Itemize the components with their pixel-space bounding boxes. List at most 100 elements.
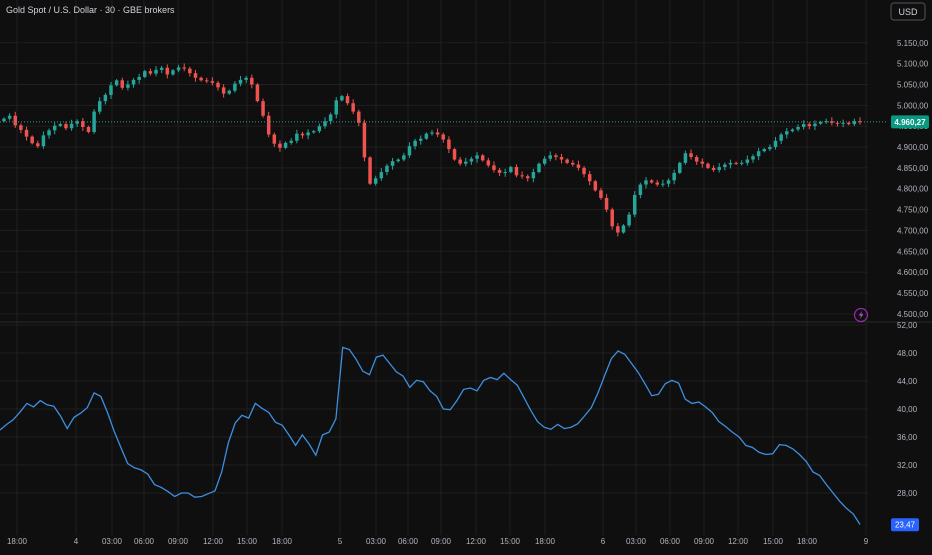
oscillator-series[interactable] [0, 346, 861, 525]
price-axis-tick-label: 4.900,00 [897, 143, 929, 152]
time-axis-tick-label: 18:00 [797, 537, 818, 546]
candle-body [480, 155, 485, 161]
candle-body [373, 178, 378, 184]
candle-body [745, 159, 750, 163]
candle-body [571, 162, 575, 165]
candle-body [19, 125, 23, 130]
candle-body [385, 165, 389, 173]
candle-body [531, 172, 536, 179]
price-axis-tick-label: 4.550,00 [897, 289, 929, 298]
time-axis-tick-label: 9 [864, 537, 869, 546]
time-axis-tick-label: 12:00 [466, 537, 487, 546]
candle-body [143, 71, 147, 77]
candle-body [193, 73, 198, 78]
grid-lines [0, 0, 932, 535]
candle-body [846, 122, 851, 125]
time-axis-tick-label: 18:00 [7, 537, 28, 546]
time-axis-tick-label: 5 [338, 537, 343, 546]
candle-body [435, 132, 440, 135]
candle-body [2, 118, 6, 122]
candle-body [469, 158, 474, 162]
candle-body [604, 197, 609, 210]
candle-body [694, 157, 699, 162]
candle-body [396, 159, 400, 162]
candle-body [114, 80, 119, 86]
candle-body [41, 135, 46, 147]
time-axis-tick-label: 18:00 [272, 537, 293, 546]
candle-body [126, 84, 130, 88]
candle-body [103, 94, 108, 102]
candle-body [340, 96, 344, 101]
candle-body [379, 172, 384, 179]
time-axis-tick-label: 06:00 [398, 537, 419, 546]
candle-body [345, 96, 350, 104]
chart-title: Gold Spot / U.S. Dollar · 30 · GBE broke… [6, 5, 175, 15]
candle-body [120, 80, 125, 88]
time-axis-tick-label: 6 [601, 537, 606, 546]
candle-body [227, 90, 232, 94]
candle-body [52, 125, 57, 131]
candle-body [661, 183, 665, 185]
candle-body [678, 162, 682, 173]
time-axis-tick-label: 15:00 [500, 537, 521, 546]
candle-body [734, 162, 738, 164]
candle-body [509, 167, 513, 173]
oscillator-axis-tick-label: 36,00 [897, 433, 918, 442]
candle-body [368, 157, 372, 184]
candle-body [424, 133, 429, 139]
candle-body [272, 134, 277, 144]
candle-body [30, 136, 34, 144]
candle-body [36, 143, 40, 147]
candle-body [182, 67, 186, 69]
price-axis-tick-label: 5.100,00 [897, 60, 929, 69]
candle-body [351, 103, 355, 112]
candle-body [796, 127, 800, 130]
time-axis-tick-label: 03:00 [626, 537, 647, 546]
candle-body [582, 167, 586, 175]
price-axis-tick-label: 5.000,00 [897, 101, 929, 110]
time-axis-tick-label: 03:00 [102, 537, 123, 546]
candle-body [221, 87, 226, 94]
candle-body [244, 77, 248, 80]
candle-body [627, 214, 631, 226]
candle-body [306, 132, 310, 136]
oscillator-axis-tick-label: 28,00 [897, 489, 918, 498]
candle-body [548, 155, 553, 159]
candle-body [452, 149, 457, 160]
candle-body [700, 161, 705, 164]
candle-body [165, 67, 170, 75]
time-axis-tick-label: 15:00 [763, 537, 784, 546]
time-axis-tick-label: 09:00 [694, 537, 715, 546]
currency-button[interactable]: USD [890, 2, 926, 21]
candle-body [514, 167, 519, 176]
price-axis-tick-label: 5.150,00 [897, 39, 929, 48]
candle-body [47, 130, 51, 136]
candle-body [739, 162, 744, 164]
candle-body [756, 151, 761, 157]
price-axis-tick-label: 4.700,00 [897, 226, 929, 235]
candle-body [666, 180, 671, 184]
candle-body [148, 71, 153, 74]
candle-body [289, 140, 293, 143]
candle-body [503, 172, 507, 174]
oscillator-axis-tick-label: 48,00 [897, 349, 918, 358]
axes: 5.150,005.100,005.050,005.000,004.950,00… [7, 39, 929, 546]
candle-body [13, 115, 18, 126]
candle-body [537, 163, 541, 173]
candle-body [69, 123, 74, 129]
price-axis-tick-label: 4.500,00 [897, 310, 929, 319]
candle-body [250, 77, 254, 85]
candle-body [711, 167, 716, 170]
candle-body [717, 167, 721, 170]
candle-body [785, 131, 789, 135]
chart-canvas[interactable]: 5.150,005.100,005.050,005.000,004.950,00… [0, 0, 932, 550]
candle-body [593, 181, 598, 191]
candle-body [610, 209, 614, 227]
chart-root: 5.150,005.100,005.050,005.000,004.950,00… [0, 0, 932, 550]
candle-body [587, 174, 592, 182]
candle-body [402, 155, 406, 160]
candlestick-series[interactable] [0, 63, 888, 237]
time-axis-tick-label: 12:00 [203, 537, 224, 546]
candle-body [706, 163, 710, 168]
oscillator-line [0, 346, 861, 525]
